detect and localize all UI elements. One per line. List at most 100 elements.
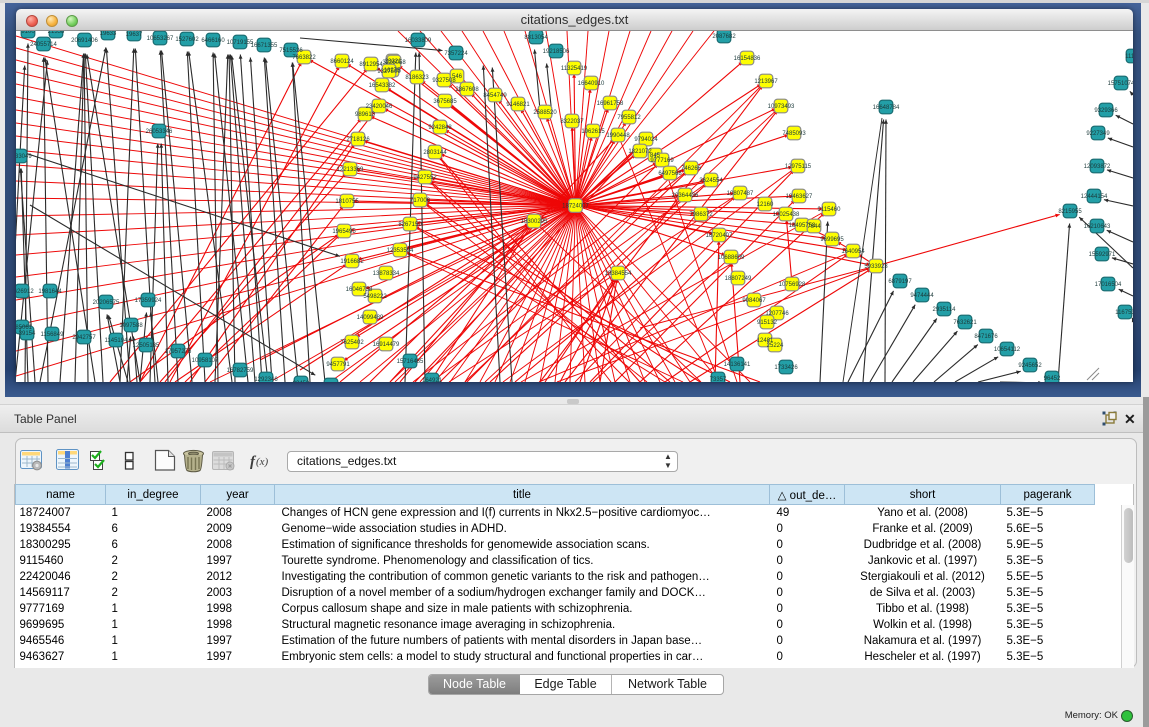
svg-text:16033809: 16033809 bbox=[405, 38, 432, 44]
svg-text:9457791: 9457791 bbox=[326, 362, 350, 368]
svg-text:9329366: 9329366 bbox=[1094, 108, 1118, 114]
svg-text:15592971: 15592971 bbox=[1089, 252, 1116, 258]
svg-text:12444154: 12444154 bbox=[1081, 194, 1108, 200]
svg-text:10654112: 10654112 bbox=[994, 347, 1021, 353]
svg-text:19384554: 19384554 bbox=[605, 271, 632, 277]
svg-text:17957275: 17957275 bbox=[165, 349, 192, 355]
svg-text:1640954: 1640954 bbox=[841, 249, 865, 255]
svg-text:7625402: 7625402 bbox=[340, 340, 364, 346]
svg-text:2935114: 2935114 bbox=[933, 307, 957, 313]
svg-text:8454749: 8454749 bbox=[483, 93, 507, 99]
svg-text:1097588: 1097588 bbox=[119, 323, 143, 329]
svg-text:11121: 11121 bbox=[1125, 54, 1133, 60]
svg-text:9242848: 9242848 bbox=[428, 125, 452, 131]
svg-text:18724007: 18724007 bbox=[562, 203, 589, 209]
svg-text:1981644: 1981644 bbox=[38, 289, 62, 295]
svg-text:10958107: 10958107 bbox=[192, 358, 219, 364]
svg-text:9777169: 9777169 bbox=[650, 158, 674, 164]
svg-text:7485093: 7485093 bbox=[782, 131, 806, 137]
svg-text:116753: 116753 bbox=[1115, 310, 1133, 316]
svg-text:1062615: 1062615 bbox=[581, 129, 605, 135]
svg-text:7644: 7644 bbox=[807, 224, 821, 230]
svg-text:8660124: 8660124 bbox=[330, 59, 354, 65]
svg-text:1810755: 1810755 bbox=[335, 199, 359, 205]
svg-text:12093872: 12093872 bbox=[1084, 164, 1111, 170]
svg-text:18720407: 18720407 bbox=[706, 233, 733, 239]
svg-text:164921: 164921 bbox=[422, 378, 443, 382]
svg-text:11325419: 11325419 bbox=[561, 66, 588, 72]
svg-text:18807249: 18807249 bbox=[725, 276, 752, 282]
svg-text:10807487: 10807487 bbox=[727, 191, 754, 197]
svg-text:8813054: 8813054 bbox=[524, 35, 548, 41]
svg-text:2867608: 2867608 bbox=[455, 87, 479, 93]
svg-text:96452: 96452 bbox=[1044, 376, 1061, 382]
svg-text:5498222: 5498222 bbox=[363, 294, 387, 300]
svg-text:23420046: 23420046 bbox=[366, 104, 393, 110]
svg-text:21358: 21358 bbox=[48, 31, 65, 35]
svg-text:2942757: 2942757 bbox=[72, 335, 96, 341]
svg-text:8322037: 8322037 bbox=[560, 119, 584, 125]
svg-text:7515526: 7515526 bbox=[279, 48, 303, 54]
svg-text:2633049: 2633049 bbox=[16, 154, 32, 160]
svg-text:20364436: 20364436 bbox=[672, 193, 699, 199]
svg-text:73357: 73357 bbox=[710, 377, 727, 382]
svg-text:92450: 92450 bbox=[293, 381, 310, 382]
svg-text:12975115: 12975115 bbox=[785, 164, 812, 170]
svg-text:17016504: 17016504 bbox=[1095, 282, 1122, 288]
svg-text:16671355: 16671355 bbox=[251, 43, 278, 49]
svg-text:9699695: 9699695 bbox=[820, 237, 844, 243]
svg-text:15716485: 15716485 bbox=[397, 359, 424, 365]
svg-text:12353594: 12353594 bbox=[387, 248, 414, 254]
svg-text:16543382: 16543382 bbox=[369, 83, 396, 89]
svg-text:15751074: 15751074 bbox=[1108, 81, 1133, 87]
svg-text:8215955: 8215955 bbox=[1058, 209, 1082, 215]
svg-text:546: 546 bbox=[452, 74, 463, 80]
svg-text:8186323: 8186323 bbox=[405, 75, 429, 81]
svg-text:16914479: 16914479 bbox=[373, 342, 400, 348]
svg-text:7986372: 7986372 bbox=[689, 212, 713, 218]
svg-text:2626912: 2626912 bbox=[16, 289, 34, 295]
svg-text:16648784: 16648784 bbox=[873, 105, 900, 111]
svg-text:1916682: 1916682 bbox=[340, 259, 364, 265]
svg-text:8267150: 8267150 bbox=[398, 222, 422, 228]
svg-text:2588520: 2588520 bbox=[533, 110, 557, 116]
svg-text:25224: 25224 bbox=[767, 343, 784, 349]
svg-text:3675685: 3675685 bbox=[433, 99, 457, 105]
svg-text:10025438: 10025438 bbox=[773, 212, 800, 218]
svg-text:19633: 19633 bbox=[100, 31, 117, 37]
svg-text:1213967: 1213967 bbox=[754, 79, 778, 85]
svg-text:9474444: 9474444 bbox=[910, 293, 934, 299]
svg-text:3226058: 3226058 bbox=[382, 60, 406, 66]
svg-text:6879197: 6879197 bbox=[888, 279, 912, 285]
svg-text:1965495: 1965495 bbox=[332, 229, 356, 235]
svg-text:9227349: 9227349 bbox=[1086, 131, 1110, 137]
svg-text:1156849: 1156849 bbox=[41, 332, 65, 338]
svg-text:26053346: 26053346 bbox=[146, 129, 173, 135]
svg-text:9115460: 9115460 bbox=[818, 207, 842, 213]
svg-text:5933923: 5933923 bbox=[864, 264, 888, 270]
svg-text:12213369: 12213369 bbox=[337, 167, 364, 173]
svg-text:20691406: 20691406 bbox=[71, 38, 98, 44]
svg-text:16640910: 16640910 bbox=[578, 81, 605, 87]
svg-text:16154836: 16154836 bbox=[734, 56, 761, 62]
svg-text:2087682: 2087682 bbox=[712, 34, 736, 40]
svg-text:7357224: 7357224 bbox=[444, 51, 468, 57]
svg-text:39154: 39154 bbox=[19, 331, 36, 337]
svg-text:10688609: 10688609 bbox=[718, 255, 745, 261]
svg-text:17359924: 17359924 bbox=[135, 298, 162, 304]
svg-text:(x): (x) bbox=[256, 456, 269, 468]
svg-text:10973493: 10973493 bbox=[768, 104, 795, 110]
svg-text:12160: 12160 bbox=[757, 202, 774, 208]
svg-text:20206575: 20206575 bbox=[93, 300, 120, 306]
svg-text:7663822: 7663822 bbox=[292, 55, 316, 61]
svg-text:24055714: 24055714 bbox=[30, 42, 57, 48]
svg-text:19218506: 19218506 bbox=[543, 49, 570, 55]
svg-text:16210643: 16210643 bbox=[1084, 224, 1111, 230]
svg-text:13878334: 13878334 bbox=[373, 271, 400, 277]
svg-text:12505185: 12505185 bbox=[133, 343, 160, 349]
svg-text:9084067: 9084067 bbox=[742, 298, 766, 304]
svg-text:1207746: 1207746 bbox=[765, 311, 789, 317]
svg-text:1292346: 1292346 bbox=[254, 377, 278, 382]
svg-text:2718126: 2718126 bbox=[346, 137, 370, 143]
svg-text:19637: 19637 bbox=[126, 32, 143, 38]
